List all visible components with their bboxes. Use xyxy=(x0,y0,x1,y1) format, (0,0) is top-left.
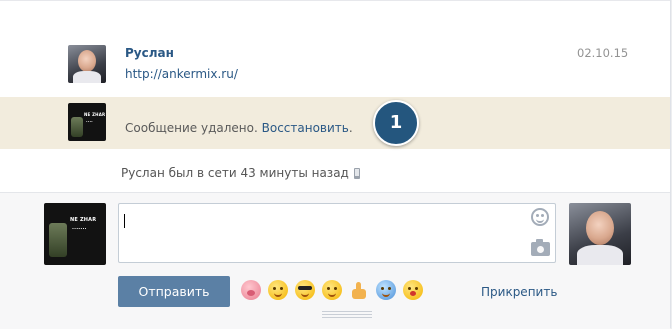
resize-handle[interactable] xyxy=(322,311,372,318)
send-button[interactable]: Отправить xyxy=(118,276,230,307)
anxious-sweat-face-icon[interactable] xyxy=(376,280,396,300)
message-link[interactable]: http://ankermix.ru/ xyxy=(125,67,238,81)
emoji-smile-icon[interactable] xyxy=(531,208,549,226)
message-author[interactable]: Руслан xyxy=(125,46,174,60)
step-badge: 1 xyxy=(373,100,419,146)
camera-icon[interactable] xyxy=(531,239,550,256)
tongue-face-icon[interactable] xyxy=(403,280,423,300)
message-date: 02.10.15 xyxy=(577,46,629,60)
thumbs-up-icon[interactable] xyxy=(349,280,369,300)
message-input[interactable] xyxy=(118,203,556,263)
deleted-notice-period: . xyxy=(348,121,353,135)
peer-avatar[interactable] xyxy=(569,203,631,265)
smiling-face-icon[interactable] xyxy=(268,280,288,300)
pig-face-icon[interactable] xyxy=(241,280,261,300)
messages-panel: Руслан http://ankermix.ru/ 02.10.15 NE Z… xyxy=(0,0,671,329)
text-caret xyxy=(124,214,125,228)
my-avatar[interactable]: NE ZHAR ....... xyxy=(44,203,106,265)
restore-link[interactable]: Восстановить xyxy=(262,121,349,135)
sunglasses-face-icon[interactable] xyxy=(295,280,315,300)
deleted-notice: Сообщение удалено. Восстановить. xyxy=(125,121,353,135)
online-status: Руслан был в сети 43 минуты назад xyxy=(121,166,360,180)
avatar[interactable] xyxy=(68,45,106,83)
mobile-phone-icon xyxy=(353,168,360,179)
rolling-eyes-face-icon[interactable] xyxy=(322,280,342,300)
divider xyxy=(0,0,670,1)
deleted-notice-text: Сообщение удалено. xyxy=(125,121,262,135)
avatar[interactable]: NE ZHAR .... xyxy=(68,103,106,141)
online-status-text: Руслан был в сети 43 минуты назад xyxy=(121,166,349,180)
attach-link[interactable]: Прикрепить xyxy=(481,285,557,299)
